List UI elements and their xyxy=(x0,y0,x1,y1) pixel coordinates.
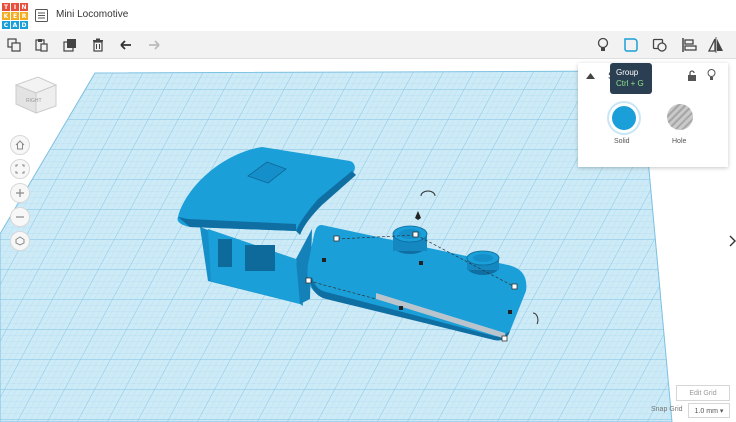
snap-grid-select[interactable]: 1.0 mm ▾ xyxy=(688,403,730,418)
chevron-right-icon[interactable] xyxy=(729,235,736,247)
paste-icon[interactable] xyxy=(32,36,50,54)
logo-letter: A xyxy=(11,21,19,29)
delete-icon[interactable] xyxy=(89,36,107,54)
lock-icon[interactable] xyxy=(687,70,697,81)
snap-grid-label: Snap Grid xyxy=(651,406,683,413)
undo-icon[interactable] xyxy=(117,36,135,54)
hole-label: Hole xyxy=(672,138,687,145)
align-icon[interactable] xyxy=(680,36,698,54)
fit-icon[interactable] xyxy=(10,159,30,179)
hole-option[interactable] xyxy=(667,104,693,130)
tooltip-title: Group xyxy=(616,68,639,77)
group-tooltip: Group Ctrl + G xyxy=(610,63,652,94)
lightbulb-icon[interactable] xyxy=(594,36,612,54)
zoom-in-icon[interactable] xyxy=(10,183,30,203)
group-icon[interactable] xyxy=(622,36,640,54)
collapse-caret-icon[interactable] xyxy=(586,73,595,79)
solid-swatch[interactable] xyxy=(612,106,636,130)
logo-letter: I xyxy=(11,3,19,11)
solid-option[interactable] xyxy=(609,103,639,133)
menu-icon[interactable] xyxy=(35,9,48,22)
logo-letter: D xyxy=(20,21,28,29)
logo-letter: E xyxy=(11,12,19,20)
shape-panel: S Solid Hole xyxy=(578,63,728,167)
view-cube-face-label: RIGHT xyxy=(26,98,42,104)
design-title[interactable]: Mini Locomotive xyxy=(56,9,128,20)
toolbar xyxy=(0,31,736,59)
logo-letter: R xyxy=(20,12,28,20)
home-icon[interactable] xyxy=(10,135,30,155)
top-bar: TIN KER CAD Mini Locomotive xyxy=(0,0,736,32)
perspective-icon[interactable] xyxy=(10,231,30,251)
tinkercad-logo[interactable]: TIN KER CAD xyxy=(2,3,28,29)
visibility-bulb-icon[interactable] xyxy=(707,69,716,81)
duplicate-icon[interactable] xyxy=(61,36,79,54)
logo-letter: N xyxy=(20,3,28,11)
tooltip-shortcut: Ctrl + G xyxy=(616,79,644,88)
copy-icon[interactable] xyxy=(5,36,23,54)
logo-letter: K xyxy=(2,12,10,20)
logo-letter: C xyxy=(2,21,10,29)
logo-letter: T xyxy=(2,3,10,11)
view-cube[interactable]: RIGHT xyxy=(12,71,60,117)
ungroup-icon[interactable] xyxy=(651,36,669,54)
redo-icon[interactable] xyxy=(145,36,163,54)
solid-label: Solid xyxy=(614,138,630,145)
edit-grid-button[interactable]: Edit Grid xyxy=(676,385,730,401)
zoom-out-icon[interactable] xyxy=(10,207,30,227)
mirror-icon[interactable] xyxy=(707,36,725,54)
